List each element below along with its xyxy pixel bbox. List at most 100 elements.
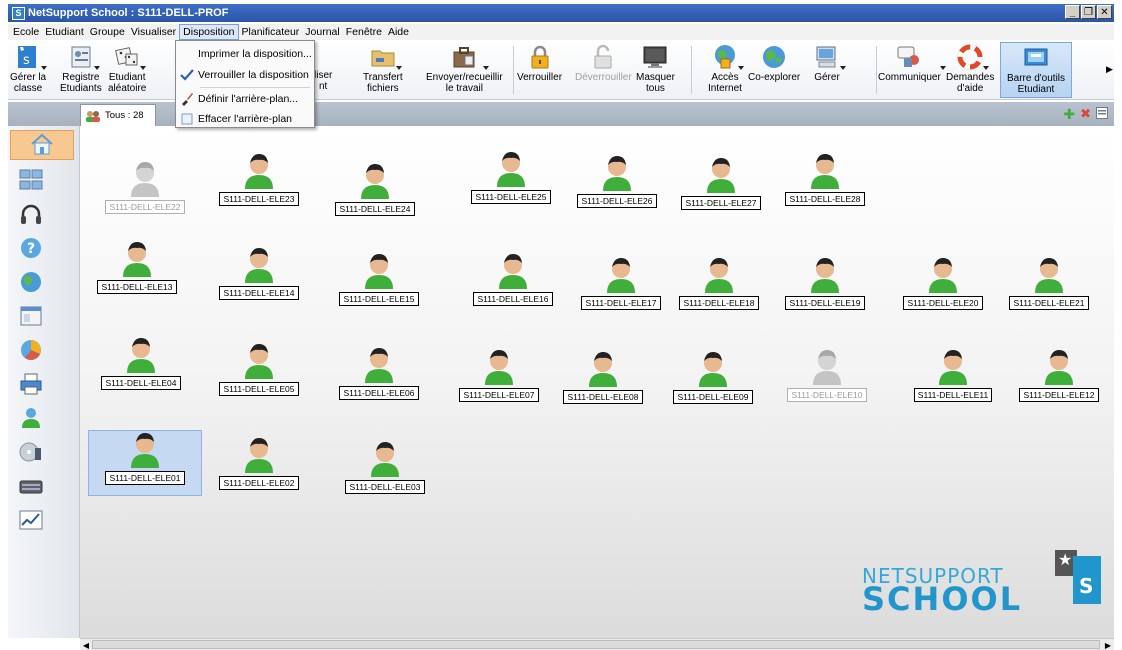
menu-item-print-layout[interactable]: Imprimer la disposition... — [176, 44, 314, 64]
student-tile[interactable]: S111-DELL-ELE16 — [470, 252, 556, 312]
student-tile[interactable]: S111-DELL-ELE12 — [1016, 348, 1102, 408]
student-tile[interactable]: S111-DELL-ELE18 — [676, 256, 762, 316]
manage-class-button[interactable]: s Gérer la classe — [10, 44, 48, 94]
send-collect-work-button[interactable]: Envoyer/recueillir le travail — [426, 44, 503, 94]
sidebar-students[interactable] — [16, 404, 46, 434]
toolbar-overflow-arrow[interactable]: ▶ — [1106, 64, 1113, 75]
scroll-right-arrow[interactable]: ▶ — [1103, 640, 1113, 650]
student-tile[interactable]: S111-DELL-ELE07 — [456, 348, 542, 408]
sidebar-thumbnails[interactable] — [16, 166, 46, 196]
monitor-icon — [642, 44, 668, 70]
toolbar-separator — [876, 46, 877, 94]
close-button[interactable]: ✕ — [1097, 5, 1112, 19]
menu-item-clear-background[interactable]: Effacer l'arrière-plan — [176, 109, 314, 129]
student-name-label: S111-DELL-ELE28 — [785, 192, 865, 206]
properties-icon[interactable] — [1096, 107, 1108, 122]
student-tile[interactable]: S111-DELL-ELE28 — [782, 152, 868, 212]
student-tile[interactable]: S111-DELL-ELE26 — [574, 154, 660, 214]
student-tile[interactable]: S111-DELL-ELE25 — [468, 150, 554, 210]
menu-fenetre[interactable]: Fenêtre — [343, 24, 385, 40]
student-tile[interactable]: S111-DELL-ELE08 — [560, 350, 646, 410]
toolbar: s Gérer la classe Registre Etudiants Etu… — [8, 40, 1114, 100]
delete-icon[interactable]: ✖ — [1080, 107, 1091, 122]
student-online-icon — [245, 344, 273, 379]
file-transfer-button[interactable]: Transfert fichiers — [363, 44, 403, 94]
window-title: NetSupport School : S111-DELL-PROF — [28, 7, 229, 19]
internet-access-button[interactable]: Accès Internet — [708, 44, 744, 94]
student-name-label: S111-DELL-ELE06 — [339, 386, 419, 400]
student-tile[interactable]: S111-DELL-ELE20 — [900, 256, 986, 316]
register-button[interactable]: Registre Etudiants — [60, 44, 102, 94]
co-explore-button[interactable]: Co-explorer — [748, 44, 800, 83]
minimize-button[interactable]: _ — [1065, 5, 1080, 19]
random-student-button[interactable]: Etudiant aléatoire — [108, 44, 146, 94]
sidebar-devices[interactable] — [16, 438, 46, 468]
scroll-thumb[interactable] — [92, 640, 1100, 649]
student-name-label: S111-DELL-ELE05 — [219, 382, 299, 396]
student-online-icon — [127, 338, 155, 373]
sidebar-audio[interactable] — [16, 200, 46, 230]
student-tile[interactable]: S111-DELL-ELE03 — [342, 440, 428, 500]
student-tile[interactable]: S111-DELL-ELE04 — [98, 336, 184, 396]
lock-button[interactable]: Verrouiller — [517, 44, 562, 83]
unlock-button[interactable]: Déverrouiller — [575, 44, 632, 83]
student-tile[interactable]: S111-DELL-ELE06 — [336, 346, 422, 406]
sidebar-applications[interactable] — [16, 302, 46, 332]
help-requests-button[interactable]: Demandes d'aide — [946, 44, 994, 94]
communicate-button[interactable]: Communiquer — [878, 44, 947, 83]
headphones-icon — [18, 201, 44, 230]
student-tile[interactable]: S111-DELL-ELE19 — [782, 256, 868, 316]
menu-item-lock-layout[interactable]: Verrouiller la disposition — [176, 65, 314, 85]
student-tile[interactable]: S111-DELL-ELE22 — [102, 160, 188, 220]
view-sidebar: ? — [8, 126, 80, 638]
globe-lock-icon — [712, 44, 744, 70]
view-button-partial[interactable]: liser nt — [314, 70, 332, 92]
sidebar-monitoring[interactable] — [16, 506, 46, 536]
student-tile[interactable]: S111-DELL-ELE13 — [94, 240, 180, 300]
student-tile[interactable]: S111-DELL-ELE23 — [216, 152, 302, 212]
manage-button[interactable]: Gérer — [814, 44, 846, 83]
menu-item-set-background[interactable]: Définir l'arrière-plan... — [176, 89, 314, 109]
menu-ecole[interactable]: Ecole — [10, 24, 42, 40]
student-online-icon — [699, 352, 727, 387]
student-tile[interactable]: S111-DELL-ELE10 — [784, 348, 870, 408]
sidebar-printing[interactable] — [16, 370, 46, 400]
menu-journal[interactable]: Journal — [302, 24, 342, 40]
tab-all-students[interactable]: Tous : 28 — [80, 104, 156, 126]
student-tile[interactable]: S111-DELL-ELE21 — [1006, 256, 1092, 316]
printer-icon — [18, 371, 44, 400]
menu-disposition[interactable]: Disposition — [179, 24, 239, 40]
menu-aide[interactable]: Aide — [385, 24, 412, 40]
sidebar-reports[interactable] — [16, 336, 46, 366]
keyboard-icon — [18, 473, 44, 502]
sidebar-home[interactable] — [10, 130, 74, 160]
student-tile[interactable]: S111-DELL-ELE09 — [670, 350, 756, 410]
student-tile[interactable]: S111-DELL-ELE24 — [332, 162, 418, 222]
student-tile[interactable]: S111-DELL-ELE15 — [336, 252, 422, 312]
horizontal-scrollbar[interactable]: ◀ ▶ — [80, 638, 1114, 650]
menu-etudiant[interactable]: Etudiant — [42, 24, 87, 40]
add-icon[interactable]: ✚ — [1063, 107, 1075, 122]
student-tile[interactable]: S111-DELL-ELE02 — [216, 436, 302, 496]
globe-icon — [18, 269, 44, 298]
menu-groupe[interactable]: Groupe — [87, 24, 128, 40]
globe-icon — [761, 44, 787, 70]
sidebar-keyboard[interactable] — [16, 472, 46, 502]
student-online-icon — [499, 254, 527, 289]
menu-visualiser[interactable]: Visualiser — [128, 24, 179, 40]
student-tile[interactable]: S111-DELL-ELE17 — [578, 256, 664, 316]
student-toolbar-button[interactable]: Barre d'outils Etudiant — [1000, 42, 1072, 98]
student-tile[interactable]: S111-DELL-ELE27 — [678, 156, 764, 216]
student-tile-selected[interactable]: S111-DELL-ELE01 — [88, 430, 202, 496]
sidebar-internet[interactable] — [16, 268, 46, 298]
scroll-left-arrow[interactable]: ◀ — [81, 640, 91, 650]
mask-all-button[interactable]: Masquer tous — [636, 44, 675, 94]
sidebar-questions[interactable]: ? — [16, 234, 46, 264]
restore-button[interactable]: ❐ — [1081, 5, 1096, 19]
student-tile[interactable]: S111-DELL-ELE14 — [216, 246, 302, 306]
student-online-icon — [811, 258, 839, 293]
student-online-icon — [811, 154, 839, 189]
student-tile[interactable]: S111-DELL-ELE05 — [216, 342, 302, 402]
menu-planificateur[interactable]: Planificateur — [239, 24, 303, 40]
student-tile[interactable]: S111-DELL-ELE11 — [910, 348, 996, 408]
